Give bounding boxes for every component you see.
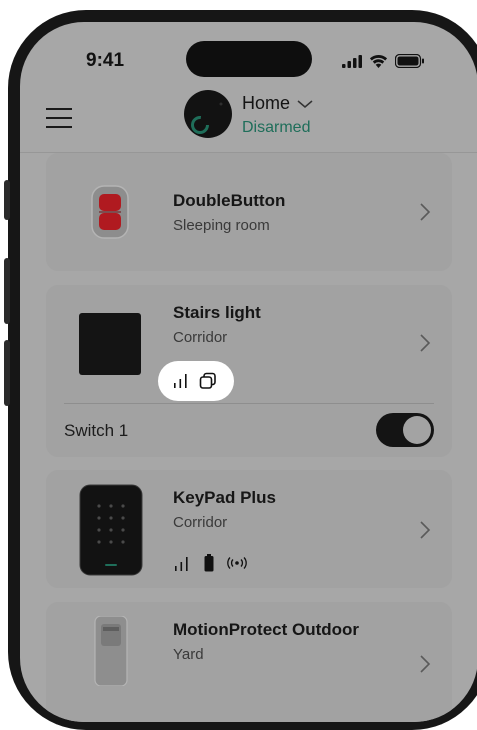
reader-icon	[227, 557, 247, 569]
dynamic-island	[186, 41, 312, 77]
volume-up-button	[4, 258, 10, 324]
device-room: Sleeping room	[173, 217, 270, 234]
keypad-plus-device-icon	[79, 484, 143, 576]
stairs-light-device-icon	[79, 313, 141, 375]
doublebutton-device-icon	[91, 185, 129, 239]
device-name: KeyPad Plus	[173, 488, 276, 507]
device-card-doublebutton[interactable]: DoubleButton Sleeping room	[46, 153, 452, 271]
device-room: Yard	[173, 646, 204, 663]
volume-down-button	[4, 340, 10, 406]
status-icons	[342, 54, 425, 68]
device-name: MotionProtect Outdoor	[173, 620, 360, 639]
cellular-signal-icon	[342, 54, 362, 68]
status-icons-highlight	[158, 361, 234, 401]
battery-icon	[204, 554, 214, 572]
phone-screen: 9:41 Home Disarmed DoubleButton Sleeping…	[20, 22, 477, 722]
chevron-right-icon	[420, 521, 431, 539]
menu-icon[interactable]	[46, 108, 72, 128]
chevron-right-icon	[420, 203, 431, 221]
chevron-right-icon	[420, 655, 431, 673]
app-header: Home Disarmed	[20, 84, 477, 152]
switch-toggle[interactable]	[376, 413, 434, 447]
hub-logo-icon	[191, 102, 223, 134]
device-room: Corridor	[173, 514, 228, 531]
hub-status: Disarmed	[242, 119, 311, 136]
wifi-icon	[369, 54, 388, 68]
motionprotect-outdoor-device-icon	[94, 616, 128, 686]
signal-strength-icon	[174, 374, 187, 388]
hub-name: Home	[242, 93, 291, 113]
hub-avatar[interactable]	[184, 90, 232, 138]
switch-label: Switch 1	[64, 421, 129, 440]
hub-selector[interactable]: Home	[242, 93, 314, 114]
toggle-knob	[403, 416, 431, 444]
signal-strength-icon	[175, 557, 188, 571]
side-button	[4, 180, 10, 220]
device-card-stairs-light[interactable]: Stairs light Corridor Switch 1	[46, 285, 452, 457]
relay-icon	[199, 372, 216, 389]
device-card-motionprotect-outdoor[interactable]: MotionProtect Outdoor Yard	[46, 602, 452, 722]
battery-icon	[395, 54, 424, 68]
chevron-down-icon	[297, 99, 313, 108]
device-room: Corridor	[173, 329, 228, 346]
chevron-right-icon	[420, 334, 431, 352]
device-card-keypad-plus[interactable]: KeyPad Plus Corridor	[46, 470, 452, 588]
status-time: 9:41	[86, 50, 125, 71]
card-divider	[64, 403, 434, 404]
device-name: Stairs light	[173, 303, 261, 322]
device-name: DoubleButton	[173, 191, 286, 210]
